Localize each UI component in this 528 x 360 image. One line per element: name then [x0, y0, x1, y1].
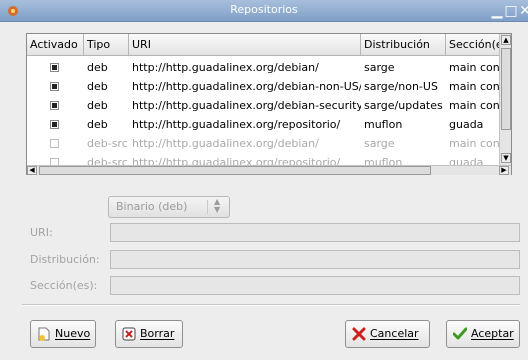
table-row[interactable]: deb http://http.guadalinex.org/repositor… [27, 115, 499, 134]
uri-cell: http://http.guadalinex.org/repositorio/ [132, 156, 341, 165]
active-checkbox[interactable] [50, 63, 59, 72]
column-header-active[interactable]: Activado [27, 34, 84, 56]
uri-cell: http://http.guadalinex.org/debian/ [132, 137, 319, 150]
vertical-scroll-thumb[interactable] [501, 48, 511, 130]
uri-cell: http://http.guadalinex.org/debian-non-US… [132, 80, 361, 93]
active-checkbox[interactable] [50, 120, 59, 129]
distribution-cell: sarge [364, 61, 395, 74]
table-row[interactable]: deb-src http://http.guadalinex.org/debia… [27, 134, 499, 153]
column-header-distribution[interactable]: Distribución [361, 34, 446, 56]
sections-field[interactable] [110, 276, 520, 295]
distribution-label: Distribución: [30, 253, 100, 266]
table-row[interactable]: deb http://http.guadalinex.org/debian-se… [27, 96, 499, 115]
active-checkbox[interactable] [50, 82, 59, 91]
sections-cell: main contr [449, 137, 499, 150]
close-icon[interactable]: ✕ [517, 3, 528, 19]
uri-cell: http://http.guadalinex.org/debian/ [132, 61, 319, 74]
column-header-sections[interactable]: Sección(es [446, 34, 499, 56]
accept-button[interactable]: Aceptar [446, 320, 520, 348]
combo-separator [207, 200, 208, 214]
scroll-up-icon[interactable]: ▲ [501, 35, 511, 45]
cancel-button-label: Cancelar [370, 327, 419, 340]
new-button-label: Nuevo [55, 327, 91, 340]
uri-field[interactable] [110, 223, 520, 242]
title-bar[interactable]: Repositorios ▁ □ ✕ [0, 0, 528, 22]
table-row[interactable]: deb http://http.guadalinex.org/debian-no… [27, 77, 499, 96]
active-checkbox[interactable] [50, 158, 59, 165]
up-down-arrows-icon: ▲ ▼ [214, 197, 221, 214]
separator [22, 304, 520, 306]
delete-button-label: Borrar [140, 327, 175, 340]
distribution-cell: sarge [364, 137, 395, 150]
delete-button[interactable]: Borrar [115, 320, 183, 348]
type-cell: deb [87, 99, 108, 112]
repositories-dialog: Repositorios ▁ □ ✕ Activado Tipo URI Dis… [0, 0, 528, 360]
new-document-icon [38, 327, 50, 341]
sections-cell: main contr [449, 99, 499, 112]
sections-cell: guada [449, 156, 484, 165]
column-header-type[interactable]: Tipo [84, 34, 129, 56]
accept-button-label: Aceptar [471, 327, 514, 340]
sections-cell: main contr [449, 61, 499, 74]
distribution-cell: sarge/updates [364, 99, 443, 112]
uri-cell: http://http.guadalinex.org/debian-securi… [132, 99, 361, 112]
active-checkbox[interactable] [50, 139, 59, 148]
repository-type-combo[interactable]: Binario (deb) ▲ ▼ [108, 196, 230, 218]
vertical-scrollbar[interactable]: ▲ ▼ [499, 34, 511, 165]
repository-type-value: Binario (deb) [116, 200, 188, 213]
table-body: deb http://http.guadalinex.org/debian/ s… [27, 57, 499, 165]
sections-cell: main contr [449, 80, 499, 93]
uri-label: URI: [30, 226, 53, 239]
distribution-field[interactable] [110, 250, 520, 269]
table-row[interactable]: deb-src http://http.guadalinex.org/repos… [27, 153, 499, 165]
type-cell: deb-src [87, 156, 128, 165]
scroll-down-icon[interactable]: ▼ [501, 153, 511, 163]
sections-cell: guada [449, 118, 484, 131]
distribution-cell: muflon [364, 156, 403, 165]
column-header-uri[interactable]: URI [129, 34, 361, 56]
type-cell: deb [87, 118, 108, 131]
distribution-cell: sarge/non-US [364, 80, 438, 93]
distribution-cell: muflon [364, 118, 403, 131]
new-button[interactable]: Nuevo [30, 320, 96, 348]
horizontal-scroll-thumb[interactable] [39, 166, 431, 175]
type-cell: deb [87, 61, 108, 74]
type-cell: deb [87, 80, 108, 93]
cancel-button[interactable]: Cancelar [345, 320, 430, 348]
table-header: Activado Tipo URI Distribución Sección(e… [27, 34, 499, 56]
repositories-table[interactable]: Activado Tipo URI Distribución Sección(e… [26, 33, 512, 175]
sections-label: Sección(es): [30, 279, 98, 292]
table-row[interactable]: deb http://http.guadalinex.org/debian/ s… [27, 58, 499, 77]
cancel-x-icon [352, 327, 366, 341]
active-checkbox[interactable] [50, 101, 59, 110]
uri-cell: http://http.guadalinex.org/repositorio/ [132, 118, 341, 131]
type-cell: deb-src [87, 137, 128, 150]
window-title: Repositorios [230, 3, 298, 16]
scroll-left-icon[interactable]: ◀ [27, 166, 37, 175]
delete-icon [122, 327, 136, 341]
horizontal-scrollbar[interactable]: ◀ ▶ [27, 165, 511, 175]
scroll-right-icon[interactable]: ▶ [499, 166, 509, 175]
checkmark-icon [453, 327, 467, 340]
